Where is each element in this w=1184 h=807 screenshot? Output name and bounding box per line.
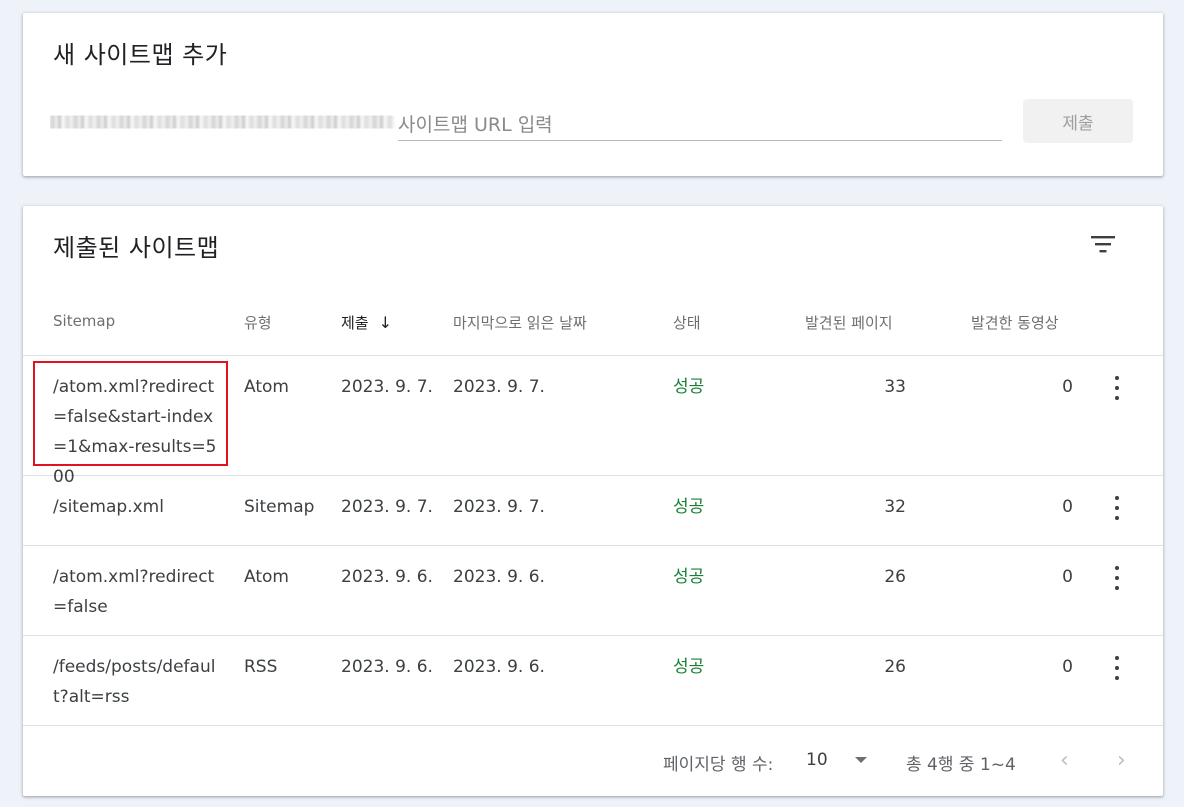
cell-status: 성공 [673, 657, 705, 677]
cell-pages: 32 [884, 497, 906, 517]
cell-path: /atom.xml?redirect=false&start-index=1&m… [53, 377, 217, 487]
site-url-prefix-blurred [50, 115, 395, 129]
table-footer: 페이지당 행 수: 10 총 4행 중 1~4 ‹ › [23, 726, 1163, 796]
cell-path: /sitemap.xml [53, 497, 164, 517]
submitted-sitemaps-title: 제출된 사이트맵 [53, 234, 220, 262]
header-pages-found[interactable]: 발견된 페이지 [805, 312, 893, 333]
sitemaps-table: Sitemap 유형 제출 ↓ 마지막으로 읽은 날짜 상태 발견된 페이지 발견… [23, 296, 1163, 726]
add-sitemap-title: 새 사이트맵 추가 [53, 41, 228, 69]
cell-type: Atom [244, 567, 289, 587]
cell-pages: 26 [884, 657, 906, 677]
header-videos-found[interactable]: 발견한 동영상 [971, 312, 1059, 333]
sort-arrow-down-icon: ↓ [378, 313, 393, 332]
header-status[interactable]: 상태 [673, 312, 701, 333]
chevron-right-icon[interactable]: › [1117, 748, 1126, 773]
cell-pages: 26 [884, 567, 906, 587]
cell-last-read: 2023. 9. 6. [453, 657, 545, 677]
rows-per-page-value: 10 [806, 750, 828, 770]
header-submitted[interactable]: 제출 ↓ [341, 312, 392, 333]
cell-path: /atom.xml?redirect=false [53, 567, 215, 617]
table-row[interactable]: /feeds/posts/default?alt=rss RSS 2023. 9… [23, 636, 1163, 726]
cell-submitted: 2023. 9. 7. [341, 497, 433, 517]
rows-per-page-select[interactable]: 10 [806, 750, 868, 770]
header-sitemap[interactable]: Sitemap [53, 312, 115, 330]
more-vert-icon[interactable] [1109, 496, 1125, 520]
more-vert-icon[interactable] [1109, 656, 1125, 680]
cell-type: RSS [244, 657, 278, 677]
cell-submitted: 2023. 9. 6. [341, 567, 433, 587]
cell-status: 성공 [673, 377, 705, 397]
submitted-sitemaps-card: 제출된 사이트맵 Sitemap 유형 제출 ↓ 마지막으로 읽은 날짜 상태 발… [23, 206, 1163, 796]
cell-status: 성공 [673, 567, 705, 587]
rows-per-page-label: 페이지당 행 수: [663, 755, 774, 775]
cell-path: /feeds/posts/default?alt=rss [53, 657, 216, 707]
table-header: Sitemap 유형 제출 ↓ 마지막으로 읽은 날짜 상태 발견된 페이지 발견… [23, 296, 1163, 356]
cell-videos: 0 [1062, 377, 1073, 397]
table-row[interactable]: /atom.xml?redirect=false Atom 2023. 9. 6… [23, 546, 1163, 636]
chevron-left-icon[interactable]: ‹ [1060, 748, 1069, 773]
cell-pages: 33 [884, 377, 906, 397]
table-row[interactable]: /sitemap.xml Sitemap 2023. 9. 7. 2023. 9… [23, 476, 1163, 546]
cell-videos: 0 [1062, 567, 1073, 587]
cell-last-read: 2023. 9. 7. [453, 497, 545, 517]
more-vert-icon[interactable] [1109, 566, 1125, 590]
cell-submitted: 2023. 9. 7. [341, 377, 433, 397]
cell-videos: 0 [1062, 657, 1073, 677]
submit-button[interactable]: 제출 [1023, 99, 1133, 143]
range-text: 총 4행 중 1~4 [906, 755, 1016, 775]
cell-type: Sitemap [244, 497, 315, 517]
cell-status: 성공 [673, 497, 705, 517]
cell-last-read: 2023. 9. 6. [453, 567, 545, 587]
sitemap-url-input[interactable] [398, 111, 1002, 141]
cell-type: Atom [244, 377, 289, 397]
cell-videos: 0 [1062, 497, 1073, 517]
more-vert-icon[interactable] [1109, 376, 1125, 400]
cell-last-read: 2023. 9. 7. [453, 377, 545, 397]
table-row[interactable]: /atom.xml?redirect=false&start-index=1&m… [23, 356, 1163, 487]
caret-down-icon [855, 757, 868, 763]
cell-submitted: 2023. 9. 6. [341, 657, 433, 677]
header-last-read[interactable]: 마지막으로 읽은 날짜 [453, 312, 587, 333]
add-sitemap-card: 새 사이트맵 추가 제출 [23, 13, 1163, 176]
header-submitted-label: 제출 [341, 314, 369, 332]
filter-icon[interactable] [1090, 234, 1116, 254]
header-type[interactable]: 유형 [244, 312, 272, 333]
